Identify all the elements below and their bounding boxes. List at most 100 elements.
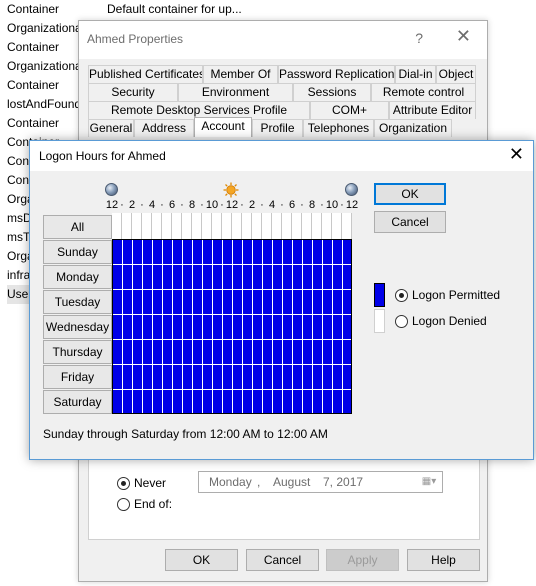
day-row-friday[interactable]: Friday (43, 365, 112, 389)
grid-column-line (232, 240, 233, 413)
grid-column-line (122, 240, 123, 413)
list-item-description: Default container for up... (107, 2, 242, 16)
hour-column-button[interactable] (122, 213, 132, 239)
tab-dial-in[interactable]: Dial-in (395, 65, 436, 83)
hour-column-button[interactable] (172, 213, 182, 239)
tab-security[interactable]: Security (88, 83, 178, 101)
day-row-monday[interactable]: Monday (43, 265, 112, 289)
properties-cancel-button[interactable]: Cancel (246, 549, 319, 571)
tab-account[interactable]: Account (194, 117, 252, 137)
tab-attribute-editor[interactable]: Attribute Editor (389, 101, 476, 119)
hour-column-button[interactable] (342, 213, 352, 239)
logon-denied-radio[interactable]: Logon Denied (395, 314, 487, 328)
hour-column-button[interactable] (142, 213, 152, 239)
grid-row-line (113, 314, 351, 315)
list-item-type: Container (7, 2, 60, 16)
tab-profile[interactable]: Profile (252, 119, 303, 137)
account-end-of-radio[interactable]: End of: (117, 497, 172, 511)
hour-column-button[interactable] (202, 213, 212, 239)
tab-environment[interactable]: Environment (178, 83, 293, 101)
tab-remote-control[interactable]: Remote control (371, 83, 476, 101)
grid-row-line (113, 389, 351, 390)
hour-labels: 12 · 2 · 4 · 6 · 8 · 10 · 12 · 2 · 4 · 6 · 8 · 10 · 12 (106, 198, 358, 212)
logon-title: Logon Hours for Ahmed (39, 149, 166, 163)
logon-hours-summary: Sunday through Saturday from 12:00 AM to… (43, 427, 328, 441)
grid-column-line (172, 240, 173, 413)
logon-denied-label: Logon Denied (412, 314, 487, 328)
properties-help-button[interactable]: Help (407, 549, 480, 571)
date-rest: 7, 2017 (323, 475, 364, 489)
select-all-button[interactable]: All (43, 215, 112, 239)
calendar-dropdown-icon[interactable]: ▦▾ (420, 472, 438, 487)
sun-icon (223, 182, 239, 198)
grid-column-line (312, 240, 313, 413)
tab-address[interactable]: Address (134, 119, 194, 137)
hour-label: 12 (345, 199, 359, 211)
hour-column-button[interactable] (192, 213, 202, 239)
hour-column-button[interactable] (292, 213, 302, 239)
logon-permitted-radio[interactable]: Logon Permitted (395, 288, 500, 302)
tab-sessions[interactable]: Sessions (293, 83, 371, 101)
date-month: August (273, 475, 311, 489)
logon-close-icon[interactable]: ✕ (509, 144, 524, 165)
hour-column-button[interactable] (272, 213, 282, 239)
logon-cancel-button[interactable]: Cancel (374, 211, 446, 233)
grid-column-line (262, 240, 263, 413)
close-icon[interactable]: ✕ (456, 26, 471, 47)
hour-column-button[interactable] (262, 213, 272, 239)
tab-telephones[interactable]: Telephones (303, 119, 374, 137)
logon-ok-button[interactable]: OK (374, 183, 446, 205)
day-row-saturday[interactable]: Saturday (43, 390, 112, 414)
tab-published-certificates[interactable]: Published Certificates (88, 65, 203, 83)
grid-row-line (113, 364, 351, 365)
radio-unselected-icon (395, 314, 408, 328)
tab-password-replication[interactable]: Password Replication (278, 65, 395, 83)
hour-column-button[interactable] (252, 213, 262, 239)
help-icon[interactable]: ? (415, 30, 423, 46)
hour-column-button[interactable] (212, 213, 222, 239)
hour-column-button[interactable] (302, 213, 312, 239)
grid-column-line (212, 240, 213, 413)
tab-general[interactable]: General (88, 119, 134, 137)
day-row-tuesday[interactable]: Tuesday (43, 290, 112, 314)
tab-organization[interactable]: Organization (374, 119, 452, 137)
logon-hours-dialog: Logon Hours for Ahmed ✕ 12 · 2 · 4 · 6 · 8 · 10 · 12… (29, 140, 534, 460)
day-row-sunday[interactable]: Sunday (43, 240, 112, 264)
grid-column-line (252, 240, 253, 413)
hour-column-button[interactable] (182, 213, 192, 239)
grid-column-line (342, 240, 343, 413)
list-item[interactable]: Container Default container for up... (7, 0, 242, 19)
tab-row: Remote Desktop Services Profile COM+ Attri… (88, 101, 476, 119)
day-row-thursday[interactable]: Thursday (43, 340, 112, 364)
tab-com[interactable]: COM+ (310, 101, 389, 119)
tab-member-of[interactable]: Member Of (203, 65, 278, 83)
radio-selected-icon (395, 288, 408, 302)
hour-column-button[interactable] (332, 213, 342, 239)
hour-column-button[interactable] (162, 213, 172, 239)
moon-icon (345, 183, 358, 196)
tab-object[interactable]: Object (436, 65, 476, 83)
hour-column-button[interactable] (242, 213, 252, 239)
hour-column-button[interactable] (312, 213, 322, 239)
properties-ok-button[interactable]: OK (165, 549, 238, 571)
hour-column-button[interactable] (112, 213, 122, 239)
day-row-wednesday[interactable]: Wednesday (43, 315, 112, 339)
hour-column-button[interactable] (222, 213, 232, 239)
grid-row-line (113, 339, 351, 340)
hour-column-button[interactable] (132, 213, 142, 239)
grid-column-line (162, 240, 163, 413)
hour-column-button[interactable] (232, 213, 242, 239)
hour-column-button[interactable] (282, 213, 292, 239)
expiry-date-picker[interactable]: Monday , August 7, 2017 ▦▾ (198, 471, 443, 493)
properties-apply-button[interactable]: Apply (326, 549, 399, 571)
account-never-radio[interactable]: Never (117, 476, 166, 490)
hour-column-button[interactable] (322, 213, 332, 239)
grid-row-line (113, 264, 351, 265)
hour-column-button[interactable] (152, 213, 162, 239)
grid-column-line (202, 240, 203, 413)
grid-row-line (113, 289, 351, 290)
logon-hours-grid[interactable] (112, 239, 352, 414)
properties-title: Ahmed Properties (87, 32, 184, 46)
logon-permitted-label: Logon Permitted (412, 288, 501, 302)
permitted-color-swatch (374, 283, 385, 307)
